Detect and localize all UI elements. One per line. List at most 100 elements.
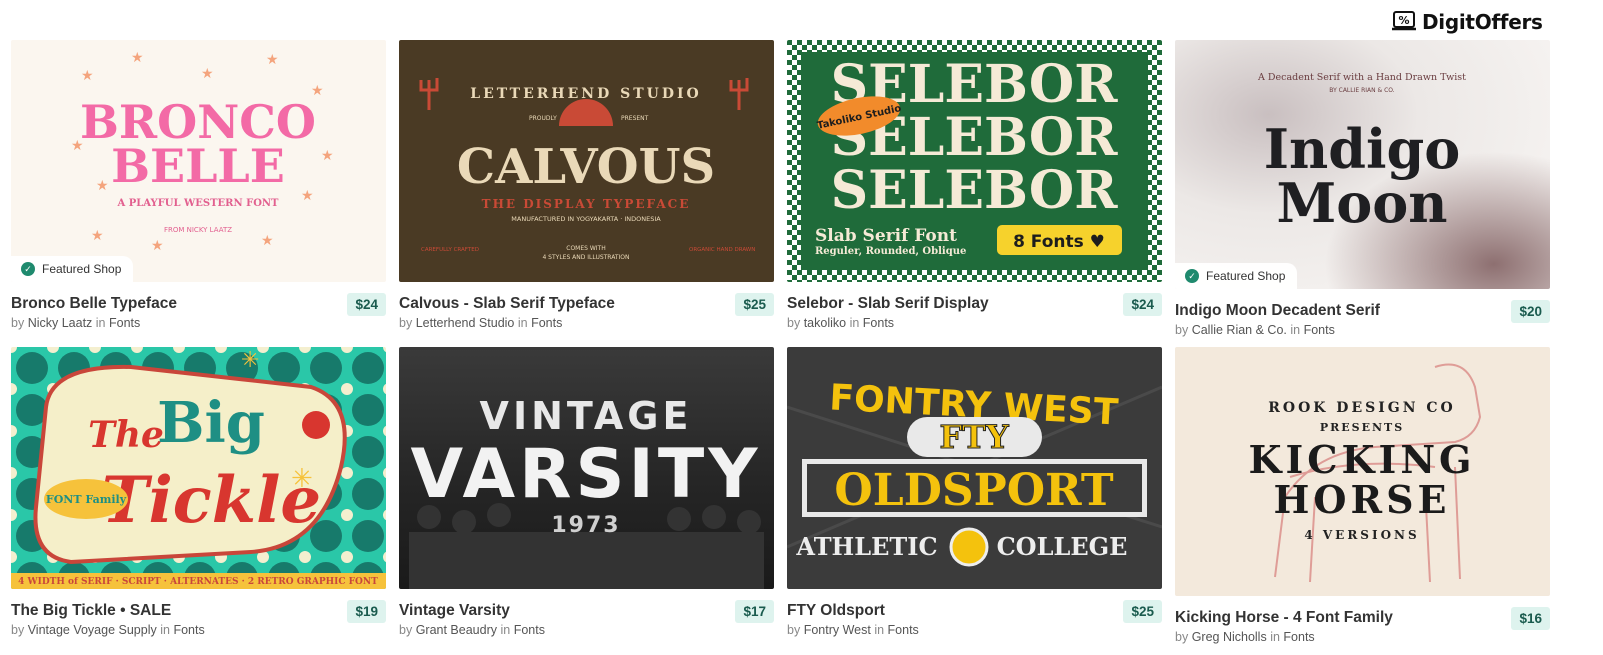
art-text: COLLEGE bbox=[997, 532, 1128, 561]
price-badge: $25 bbox=[1123, 600, 1162, 623]
in-word: in bbox=[160, 623, 170, 637]
product-byline: by Nicky Laatz in Fonts bbox=[11, 316, 140, 330]
shop-link[interactable]: Grant Beaudry bbox=[416, 623, 497, 637]
by-word: by bbox=[787, 623, 801, 637]
verified-check-icon: ✓ bbox=[1185, 269, 1199, 283]
shop-link[interactable]: Fontry West bbox=[804, 623, 871, 637]
by-word: by bbox=[787, 316, 801, 330]
shop-link[interactable]: Callie Rian & Co. bbox=[1192, 323, 1287, 337]
svg-text:★: ★ bbox=[151, 237, 164, 253]
product-title[interactable]: Calvous - Slab Serif Typeface bbox=[399, 295, 615, 313]
art-text: PRESENT bbox=[621, 115, 649, 122]
art-text: Slab Serif Font bbox=[815, 226, 957, 246]
art-text: ATHLETIC bbox=[795, 532, 937, 561]
art-text: BY CALLIE RIAN & CO. bbox=[1329, 87, 1395, 94]
shop-link[interactable]: Vintage Voyage Supply bbox=[28, 623, 157, 637]
category-link[interactable]: Fonts bbox=[514, 623, 545, 637]
by-word: by bbox=[1175, 630, 1189, 644]
category-link[interactable]: Fonts bbox=[173, 623, 204, 637]
art-text: FTY bbox=[939, 418, 1010, 456]
art-text: 4 WIDTH of SERIF · SCRIPT · ALTERNATES ·… bbox=[18, 577, 378, 587]
product-thumbnail[interactable]: ★ ★ ★ ★ ★ ★ ★ ★ ★ ★ ★ ★ BRONCO BELLE A PLAYFUL WE… bbox=[11, 40, 386, 282]
product-title[interactable]: The Big Tickle • SALE bbox=[11, 602, 171, 620]
featured-label: Featured Shop bbox=[1206, 269, 1286, 283]
logo-text: DigitOffers bbox=[1422, 10, 1543, 34]
svg-text:★: ★ bbox=[96, 177, 109, 193]
category-link[interactable]: Fonts bbox=[109, 316, 140, 330]
by-word: by bbox=[399, 623, 413, 637]
art-text: A PLAYFUL WESTERN FONT bbox=[117, 198, 280, 209]
art-text: CALVOUS bbox=[457, 139, 715, 195]
price-badge: $20 bbox=[1511, 300, 1550, 323]
art-text: SELEBOR bbox=[831, 160, 1119, 221]
by-word: by bbox=[1175, 323, 1189, 337]
shop-link[interactable]: Letterhend Studio bbox=[416, 316, 515, 330]
in-word: in bbox=[500, 623, 511, 637]
verified-check-icon: ✓ bbox=[21, 262, 35, 276]
in-word: in bbox=[95, 316, 106, 330]
product-title[interactable]: Indigo Moon Decadent Serif bbox=[1175, 302, 1380, 320]
art-text: PROUDLY bbox=[529, 115, 557, 122]
shop-link[interactable]: Nicky Laatz bbox=[28, 316, 93, 330]
shop-link[interactable]: Greg Nicholls bbox=[1192, 630, 1267, 644]
product-title[interactable]: Bronco Belle Typeface bbox=[11, 295, 177, 313]
in-word: in bbox=[1290, 323, 1301, 337]
shop-link[interactable]: takoliko bbox=[804, 316, 846, 330]
art-text: OLDSPORT bbox=[834, 465, 1113, 516]
product-thumbnail[interactable]: LETTERHEND STUDIO PROUDLY PRESENT CALVOU… bbox=[399, 40, 774, 282]
price-badge: $24 bbox=[1123, 293, 1162, 316]
product-byline: by Grant Beaudry in Fonts bbox=[399, 623, 545, 637]
digitoffers-logo[interactable]: % DigitOffers bbox=[1392, 8, 1543, 36]
product-thumbnail[interactable]: VINTAGE VARSITY 1973 bbox=[399, 347, 774, 589]
art-text: VINTAGE bbox=[480, 394, 693, 438]
percent-tag-icon: % bbox=[1392, 11, 1418, 33]
product-byline: by Vintage Voyage Supply in Fonts bbox=[11, 623, 205, 637]
featured-label: Featured Shop bbox=[42, 262, 122, 276]
art-text: HORSE bbox=[1274, 477, 1451, 522]
art-text: VARSITY bbox=[411, 435, 762, 514]
by-word: by bbox=[11, 623, 25, 637]
art-text: Reguler, Rounded, Oblique bbox=[815, 246, 966, 257]
svg-text:★: ★ bbox=[261, 232, 274, 248]
price-badge: $16 bbox=[1511, 607, 1550, 630]
svg-text:★: ★ bbox=[321, 147, 334, 163]
category-link[interactable]: Fonts bbox=[863, 316, 894, 330]
product-title[interactable]: Kicking Horse - 4 Font Family bbox=[1175, 609, 1393, 627]
category-link[interactable]: Fonts bbox=[888, 623, 919, 637]
product-thumbnail[interactable]: A Decadent Serif with a Hand Drawn Twist… bbox=[1175, 40, 1550, 289]
price-badge: $25 bbox=[735, 293, 774, 316]
art-text: CAREFULLY CRAFTED bbox=[421, 247, 479, 253]
art-text: 1973 bbox=[551, 513, 620, 538]
product-thumbnail[interactable]: FONTRY WEST FTY OLDSPORT ATHLETIC COLLEG… bbox=[787, 347, 1162, 589]
by-word: by bbox=[399, 316, 413, 330]
product-byline: by Callie Rian & Co. in Fonts bbox=[1175, 323, 1335, 337]
product-byline: by takoliko in Fonts bbox=[787, 316, 894, 330]
art-text: FONT Family bbox=[46, 493, 127, 506]
featured-shop-badge: ✓ Featured Shop bbox=[11, 256, 134, 282]
art-text: COMES WITH bbox=[566, 245, 605, 252]
svg-text:%: % bbox=[1398, 14, 1409, 27]
art-text: Tickle bbox=[101, 463, 321, 538]
art-text: ORGANIC HAND DRAWN bbox=[689, 247, 755, 253]
product-byline: by Letterhend Studio in Fonts bbox=[399, 316, 562, 330]
product-thumbnail[interactable]: ✳ ✳ The Big Tickle FONT Family 4 WIDTH o… bbox=[11, 347, 386, 589]
by-word: by bbox=[11, 316, 25, 330]
product-thumbnail[interactable]: ROOK DESIGN CO PRESENTS KICKING HORSE 4 … bbox=[1175, 347, 1550, 596]
in-word: in bbox=[849, 316, 860, 330]
svg-text:★: ★ bbox=[81, 67, 94, 83]
product-thumbnail[interactable]: SELEBOR SELEBOR SELEBOR Takoliko Studio … bbox=[787, 40, 1162, 282]
category-link[interactable]: Fonts bbox=[1283, 630, 1314, 644]
art-text: KICKING bbox=[1248, 437, 1475, 482]
art-text: 4 VERSIONS bbox=[1304, 528, 1419, 542]
svg-text:★: ★ bbox=[201, 65, 214, 81]
category-link[interactable]: Fonts bbox=[1304, 323, 1335, 337]
product-title[interactable]: Vintage Varsity bbox=[399, 602, 510, 620]
product-byline: by Fontry West in Fonts bbox=[787, 623, 919, 637]
art-text: FROM NICKY LAATZ bbox=[164, 226, 232, 234]
art-text: THE DISPLAY TYPEFACE bbox=[482, 197, 691, 211]
product-byline: by Greg Nicholls in Fonts bbox=[1175, 630, 1315, 644]
product-title[interactable]: Selebor - Slab Serif Display bbox=[787, 295, 989, 313]
price-badge: $24 bbox=[347, 293, 386, 316]
category-link[interactable]: Fonts bbox=[531, 316, 562, 330]
product-title[interactable]: FTY Oldsport bbox=[787, 602, 885, 620]
